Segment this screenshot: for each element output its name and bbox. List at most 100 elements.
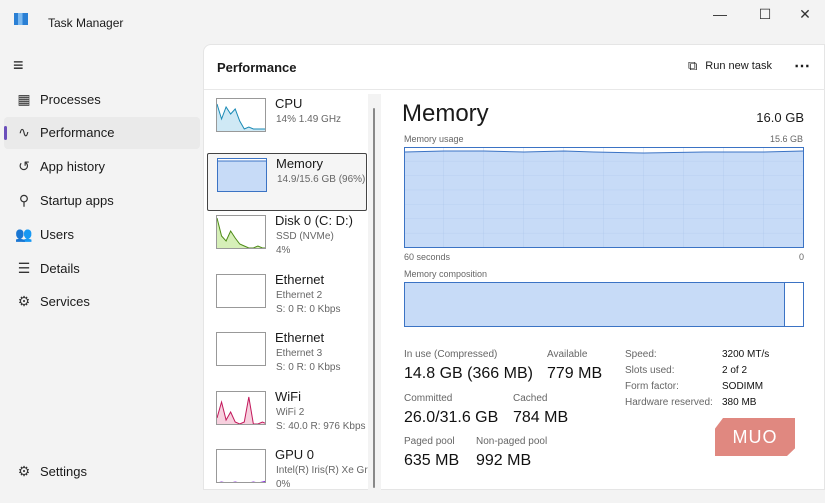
settings-icon: ⚙ [17, 462, 31, 479]
resource-cpu-0[interactable]: CPU 14% 1.49 GHz [207, 94, 367, 152]
stat-value: 14.8 GB (366 MB) [404, 365, 533, 382]
muo-watermark: MUO [715, 418, 795, 456]
nav-details[interactable]: ☰ Details [4, 252, 200, 284]
resource-sub2: S: 40.0 R: 976 Kbps [276, 420, 366, 432]
nav-label: Settings [40, 463, 87, 479]
run-new-task-label: Run new task [705, 60, 772, 72]
stat-value: 26.0/31.6 GB [404, 409, 499, 426]
scrollbar-thumb[interactable] [373, 108, 375, 488]
close-button[interactable]: ✕ [790, 4, 820, 24]
nav-icon: ↺ [18, 158, 30, 175]
resource-thumbnail-graph [216, 215, 266, 249]
resource-sub2: 4% [276, 245, 291, 256]
resource-thumbnail-graph [216, 449, 266, 483]
app-icon [14, 13, 28, 25]
stat-label: Non-paged pool [476, 436, 548, 447]
nav-icon: ▦ [17, 90, 31, 107]
resource-sub1: 14% 1.49 GHz [276, 114, 342, 125]
resource-thumbnail-graph [216, 390, 266, 425]
spec-label: Hardware reserved: [625, 397, 713, 408]
usage-max: 15.6 GB [769, 134, 803, 144]
resource-name: Ethernet [275, 330, 325, 345]
nav-users[interactable]: 👥 Users [4, 218, 200, 250]
minimize-button[interactable]: — [705, 4, 735, 24]
resource-wifi-5[interactable]: WiFi WiFi 2 S: 40.0 R: 976 Kbps [207, 387, 367, 445]
stat-label: In use (Compressed) [404, 349, 498, 360]
resource-sub1: 14.9/15.6 GB (96%) [277, 173, 366, 185]
stat-value: 779 MB [547, 365, 603, 382]
nav-icon: ⚲ [18, 191, 30, 208]
stat-label: Committed [404, 393, 453, 404]
spec-label: Slots used: [625, 365, 675, 376]
memory-usage-graph [404, 147, 804, 248]
spec-value: 380 MB [722, 397, 757, 408]
resource-sub1: Intel(R) Iris(R) Xe Graphics [276, 465, 368, 476]
run-task-icon: ⧉ [688, 58, 698, 73]
resource-name: WiFi [275, 388, 301, 404]
resource-name: Disk 0 (C: D:) [275, 213, 353, 228]
total-memory: 16.0 GB [756, 110, 804, 125]
resource-sub1: WiFi 2 [276, 406, 305, 418]
resource-thumbnail-graph [217, 157, 267, 192]
resource-name: CPU [275, 96, 303, 111]
more-options-button[interactable]: ⋯ [794, 56, 810, 76]
resource-sub1: Ethernet 2 [276, 289, 323, 301]
time-right-label: 0 [798, 252, 804, 262]
nav-app-history[interactable]: ↺ App history [4, 151, 200, 183]
nav-performance[interactable]: ∿ Performance [4, 116, 200, 149]
stat-label: Paged pool [404, 436, 455, 447]
nav-settings[interactable]: ⚙ Settings [4, 455, 200, 487]
resource-thumbnail-graph [216, 332, 266, 366]
resource-sub2: S: 0 R: 0 Kbps [276, 362, 341, 373]
in-use-segment [405, 283, 786, 326]
resource-ethernet-3[interactable]: Ethernet Ethernet 2 S: 0 R: 0 Kbps [207, 270, 367, 328]
maximize-button[interactable]: ☐ [750, 4, 780, 24]
stat-label: Cached [513, 393, 548, 404]
stat-label: Available [547, 349, 588, 360]
nav-label: Services [40, 294, 90, 310]
resource-sub1: Ethernet 3 [276, 348, 323, 359]
nav-label: Users [40, 226, 74, 242]
nav-icon: ☰ [17, 259, 31, 276]
nav-startup-apps[interactable]: ⚲ Startup apps [4, 184, 200, 216]
time-left-label: 60 seconds [404, 252, 451, 262]
run-new-task-button[interactable]: ⧉ Run new task [688, 58, 772, 74]
spec-label: Speed: [625, 349, 657, 360]
resource-gpu-0-6[interactable]: GPU 0 Intel(R) Iris(R) Xe Graphics 0% [207, 445, 368, 503]
divider [204, 89, 825, 90]
resource-sub2: S: 0 R: 0 Kbps [276, 303, 341, 315]
nav-processes[interactable]: ▦ Processes [4, 83, 200, 115]
window-title: Task Manager [48, 16, 124, 30]
spec-value: 2 of 2 [722, 365, 748, 376]
resource-ethernet-4[interactable]: Ethernet Ethernet 3 S: 0 R: 0 Kbps [207, 328, 367, 386]
hamburger-menu-icon[interactable]: ≡ [13, 55, 24, 76]
nav-label: Details [40, 260, 80, 276]
nav-icon: 👥 [15, 225, 33, 242]
nav-label: Startup apps [40, 192, 114, 208]
spec-value: SODIMM [722, 381, 764, 392]
resource-sub1: SSD (NVMe) [276, 231, 334, 242]
memory-composition-bar [404, 282, 804, 327]
nav-label: App history [40, 159, 106, 175]
usage-label: Memory usage [404, 134, 464, 144]
resource-thumbnail-graph [216, 273, 266, 308]
stat-value: 992 MB [476, 452, 532, 469]
resource-name: Ethernet [275, 271, 325, 287]
detail-title: Memory [402, 100, 489, 127]
nav-icon: ∿ [18, 124, 30, 141]
nav-services[interactable]: ⚙ Services [4, 286, 200, 318]
resource-name: Memory [276, 155, 323, 171]
page-title: Performance [217, 60, 297, 75]
resource-memory-1[interactable]: Memory 14.9/15.6 GB (96%) [207, 152, 367, 211]
resource-sub2: 0% [276, 479, 291, 490]
stat-value: 635 MB [404, 452, 460, 469]
resource-disk-0-c-d--2[interactable]: Disk 0 (C: D:) SSD (NVMe) 4% [207, 211, 367, 269]
composition-label: Memory composition [404, 269, 488, 279]
nav-icon: ⚙ [17, 293, 31, 310]
spec-value: 3200 MT/s [722, 349, 770, 360]
resource-name: GPU 0 [275, 447, 315, 462]
nav-label: Performance [40, 125, 115, 141]
stat-value: 784 MB [513, 409, 569, 426]
resource-thumbnail-graph [216, 98, 266, 132]
spec-label: Form factor: [625, 381, 679, 392]
